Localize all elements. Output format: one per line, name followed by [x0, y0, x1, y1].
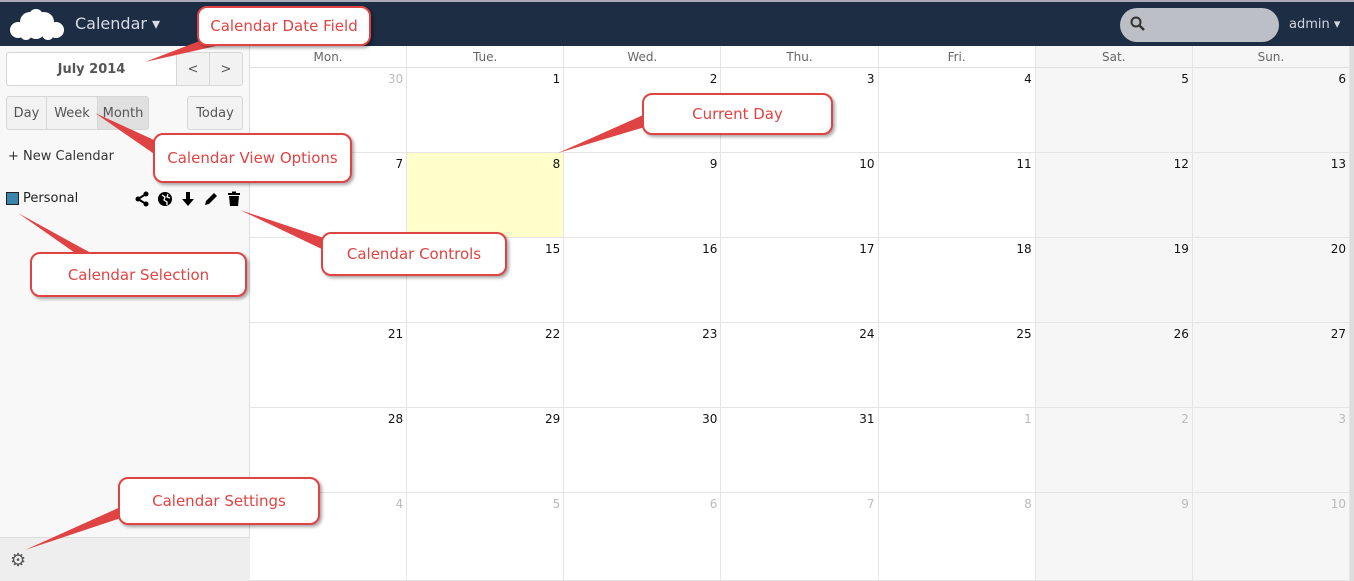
- day-cell[interactable]: 22: [407, 323, 565, 408]
- day-cell[interactable]: 27: [1192, 323, 1350, 408]
- day-cell[interactable]: 26: [1035, 323, 1193, 408]
- day-cell[interactable]: 18: [878, 238, 1036, 323]
- settings-bar: ⚙: [0, 537, 250, 581]
- day-header: Wed.: [564, 46, 722, 68]
- day-cell[interactable]: 21: [250, 323, 408, 408]
- callout-settings: Calendar Settings: [118, 477, 320, 525]
- day-cell[interactable]: 6: [1192, 68, 1350, 153]
- view-week-button[interactable]: Week: [46, 96, 98, 130]
- day-cell[interactable]: 31: [721, 408, 879, 493]
- search-icon: [1130, 16, 1145, 31]
- share-icon[interactable]: [134, 191, 150, 207]
- day-cell[interactable]: 5: [1035, 68, 1193, 153]
- day-header: Fri.: [878, 46, 1036, 68]
- day-cell[interactable]: 6: [564, 493, 722, 581]
- owncloud-logo[interactable]: [6, 8, 68, 40]
- day-header: Sat.: [1035, 46, 1193, 68]
- day-cell[interactable]: 20: [1192, 238, 1350, 323]
- callout-selection: Calendar Selection: [30, 252, 247, 297]
- callout-controls: Calendar Controls: [321, 232, 507, 276]
- day-cell[interactable]: 2: [1035, 408, 1193, 493]
- callout-view-options: Calendar View Options: [153, 133, 352, 183]
- day-cell[interactable]: 16: [564, 238, 722, 323]
- callout-current-day: Current Day: [642, 93, 833, 135]
- day-cell[interactable]: 23: [564, 323, 722, 408]
- trash-icon[interactable]: [226, 191, 242, 207]
- day-cell[interactable]: 12: [1035, 153, 1193, 238]
- calendar-color-checkbox[interactable]: [6, 192, 19, 205]
- today-button[interactable]: Today: [187, 96, 243, 130]
- day-header: Mon.: [250, 46, 408, 68]
- day-cell[interactable]: 11: [878, 153, 1036, 238]
- day-cell[interactable]: 9: [1035, 493, 1193, 581]
- day-header: Thu.: [721, 46, 879, 68]
- day-cell[interactable]: 24: [721, 323, 879, 408]
- day-cell[interactable]: 8: [878, 493, 1036, 581]
- calendar-item-personal[interactable]: Personal: [6, 191, 78, 206]
- day-cell[interactable]: 3: [1192, 408, 1350, 493]
- day-cell[interactable]: 1: [407, 68, 565, 153]
- calendar-controls: [134, 191, 242, 207]
- day-cell[interactable]: 29: [407, 408, 565, 493]
- day-cell[interactable]: 17: [721, 238, 879, 323]
- view-day-button[interactable]: Day: [6, 96, 47, 130]
- edit-icon[interactable]: [203, 191, 219, 207]
- gear-icon[interactable]: ⚙: [10, 550, 26, 571]
- user-menu[interactable]: admin ▾: [1289, 17, 1340, 32]
- search-input[interactable]: [1120, 8, 1279, 42]
- next-month-button[interactable]: >: [209, 52, 243, 86]
- day-cell[interactable]: 8: [407, 153, 565, 238]
- day-cell[interactable]: 1: [878, 408, 1036, 493]
- day-cell[interactable]: 4: [878, 68, 1036, 153]
- day-cell[interactable]: 10: [1192, 493, 1350, 581]
- scrollbar[interactable]: [1350, 46, 1354, 581]
- day-cell[interactable]: 13: [1192, 153, 1350, 238]
- new-calendar-button[interactable]: + New Calendar: [8, 149, 114, 164]
- day-cell[interactable]: 30: [564, 408, 722, 493]
- prev-month-button[interactable]: <: [176, 52, 210, 86]
- day-cell[interactable]: 25: [878, 323, 1036, 408]
- day-cell[interactable]: 9: [564, 153, 722, 238]
- day-header: Tue.: [407, 46, 565, 68]
- day-cell[interactable]: 19: [1035, 238, 1193, 323]
- day-cell[interactable]: 7: [721, 493, 879, 581]
- download-icon[interactable]: [180, 191, 196, 207]
- view-month-button[interactable]: Month: [97, 96, 149, 130]
- callout-date-field: Calendar Date Field: [197, 6, 371, 46]
- day-cell[interactable]: 10: [721, 153, 879, 238]
- date-field[interactable]: July 2014: [6, 52, 177, 86]
- app-menu[interactable]: Calendar ▾: [75, 14, 160, 33]
- calendar-name: Personal: [23, 191, 79, 206]
- day-header: Sun.: [1192, 46, 1350, 68]
- day-cell[interactable]: 5: [407, 493, 565, 581]
- globe-icon[interactable]: [157, 191, 173, 207]
